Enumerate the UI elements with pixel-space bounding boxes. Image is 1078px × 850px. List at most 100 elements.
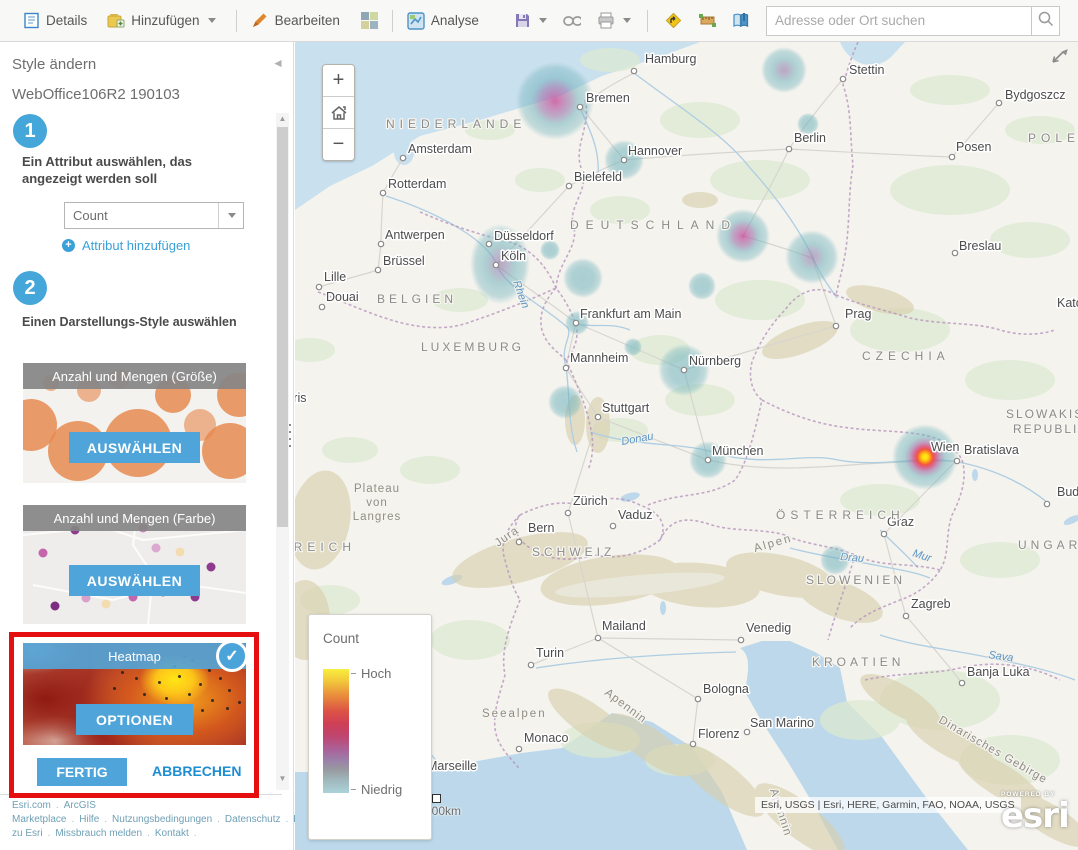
print-icon	[597, 12, 615, 30]
city-dot	[316, 284, 321, 289]
esri-logo: POWERED BY esri	[1001, 792, 1069, 833]
scroll-down-icon[interactable]: ▼	[276, 773, 289, 785]
footer-link[interactable]: Esri.com	[12, 800, 51, 811]
footer-link[interactable]: Kontakt	[155, 828, 189, 839]
add-button[interactable]: Hinzufügen	[107, 12, 215, 30]
heat-blob	[688, 272, 716, 300]
city-dot	[566, 183, 571, 188]
map-city-label: Marseille	[427, 759, 477, 773]
map-city-label: Bielefeld	[574, 170, 622, 184]
heatmap-card-title: Heatmap	[23, 643, 246, 669]
map-city-label: Köln	[501, 249, 526, 263]
size-select-button[interactable]: AUSWÄHLEN	[69, 432, 200, 463]
add-label: Hinzufügen	[131, 13, 199, 28]
heat-blob	[540, 240, 560, 260]
toolbar-divider	[236, 10, 237, 32]
scrollbar-thumb[interactable]	[277, 127, 288, 527]
heat-blob	[516, 62, 594, 140]
bookmarks-button[interactable]	[732, 12, 750, 30]
heatmap-point-dot	[178, 675, 181, 678]
scroll-up-icon[interactable]: ▲	[276, 113, 289, 125]
basemap-grid-button[interactable]	[360, 12, 378, 30]
heat-blob	[761, 47, 807, 93]
map-country-label: REPUBLIK	[1013, 422, 1078, 436]
style-card-heatmap[interactable]: Heatmap ✓ OPTIONEN	[23, 643, 246, 745]
esri-brand-label: esri	[1001, 799, 1069, 833]
heatmap-point-dot	[121, 671, 124, 674]
step-1-label: Ein Attribut auswählen, das angezeigt we…	[22, 154, 228, 188]
footer-link-separator: .	[194, 828, 197, 839]
select-arrow-zone[interactable]	[218, 203, 243, 228]
print-button[interactable]	[597, 12, 631, 30]
footer-link[interactable]: Hilfe	[79, 814, 99, 825]
footer-link[interactable]: Nutzungsbedingungen	[112, 814, 212, 825]
map-city-label: Banja Luka	[967, 665, 1030, 679]
extent-arrow-icon[interactable]	[1046, 48, 1068, 70]
change-style-panel: Style ändern ◄ WebOffice106R2 190103 1 E…	[0, 42, 294, 850]
map-container[interactable]: HamburgStettinBydgoszczBremenHannoverBer…	[295, 42, 1078, 850]
heatmap-point-dot	[143, 693, 146, 696]
search-input[interactable]	[767, 9, 1031, 33]
footer-link[interactable]: Datenschutz	[225, 814, 281, 825]
map-city-label: Zagreb	[911, 597, 951, 611]
map-country-label: NIEDERLANDE	[386, 117, 526, 131]
city-dot	[681, 367, 686, 372]
map-city-label: Venedig	[746, 621, 791, 635]
map-city-label: Rotterdam	[388, 177, 446, 191]
analysis-button[interactable]: Analyse	[407, 12, 479, 30]
analysis-label: Analyse	[431, 13, 479, 28]
map-country-label: POLEN	[1028, 131, 1078, 145]
map-city-label: Stuttgart	[602, 401, 650, 415]
panel-collapse-icon[interactable]: ◄	[272, 56, 284, 70]
legend-tick	[351, 673, 356, 674]
details-button[interactable]: Details	[22, 12, 87, 30]
panel-scrollbar[interactable]: ▲ ▼	[276, 113, 289, 790]
city-dot	[595, 635, 600, 640]
color-select-button[interactable]: AUSWÄHLEN	[69, 565, 200, 596]
share-link-button[interactable]	[563, 12, 581, 30]
pencil-icon	[251, 12, 269, 30]
map-city-label: Bratislava	[964, 443, 1019, 457]
map-city-label: Bydgoszcz	[1005, 88, 1065, 102]
zoom-out-button[interactable]: −	[323, 129, 354, 160]
city-dot	[577, 104, 582, 109]
add-attribute-label: Attribut hinzufügen	[82, 238, 190, 253]
map-city-label: Berlin	[794, 131, 826, 145]
home-button[interactable]	[323, 97, 354, 129]
attribute-select[interactable]: Count	[64, 202, 244, 229]
style-card-color[interactable]: Anzahl und Mengen (Farbe) AUSWÄHLEN	[23, 505, 246, 624]
map-city-label: München	[712, 444, 763, 458]
footer-link[interactable]: Missbrauch melden	[55, 828, 142, 839]
map-country-label: DEUTSCHLAND	[570, 218, 737, 232]
book-icon	[732, 12, 750, 30]
search-submit-button[interactable]	[1031, 7, 1059, 35]
city-dot	[528, 662, 533, 667]
style-card-size[interactable]: Anzahl und Mengen (Größe) AUSWÄHLEN	[23, 363, 246, 483]
heatmap-options-button[interactable]: OPTIONEN	[76, 704, 193, 735]
city-dot	[400, 155, 405, 160]
save-button[interactable]	[513, 12, 547, 30]
done-button[interactable]: FERTIG	[37, 758, 127, 786]
panel-splitter[interactable]	[289, 424, 293, 452]
map-country-label: FRANKREICH	[295, 540, 356, 554]
heatmap-point-dot	[219, 677, 222, 680]
heat-blob	[892, 424, 958, 490]
map-city-label: Douai	[326, 290, 359, 304]
edit-button[interactable]: Bearbeiten	[251, 12, 340, 30]
basemap-grid-icon	[360, 12, 378, 30]
map-city-label: Turin	[536, 646, 564, 660]
zoom-in-button[interactable]: +	[323, 65, 354, 97]
map-country-label: SLOWENIEN	[806, 573, 905, 587]
city-dot	[949, 154, 954, 159]
map-city-label: Düsseldorf	[494, 229, 554, 243]
cancel-button[interactable]: ABBRECHEN	[152, 763, 241, 779]
layer-name: WebOffice106R2 190103	[12, 86, 180, 103]
chevron-down-icon	[228, 213, 236, 218]
directions-button[interactable]	[664, 12, 682, 30]
measure-button[interactable]	[698, 12, 716, 30]
city-dot	[738, 637, 743, 642]
add-attribute-link[interactable]: + Attribut hinzufügen	[62, 238, 190, 253]
city-dot	[565, 510, 570, 515]
city-dot	[610, 523, 615, 528]
heatmap-point-dot	[201, 709, 204, 712]
